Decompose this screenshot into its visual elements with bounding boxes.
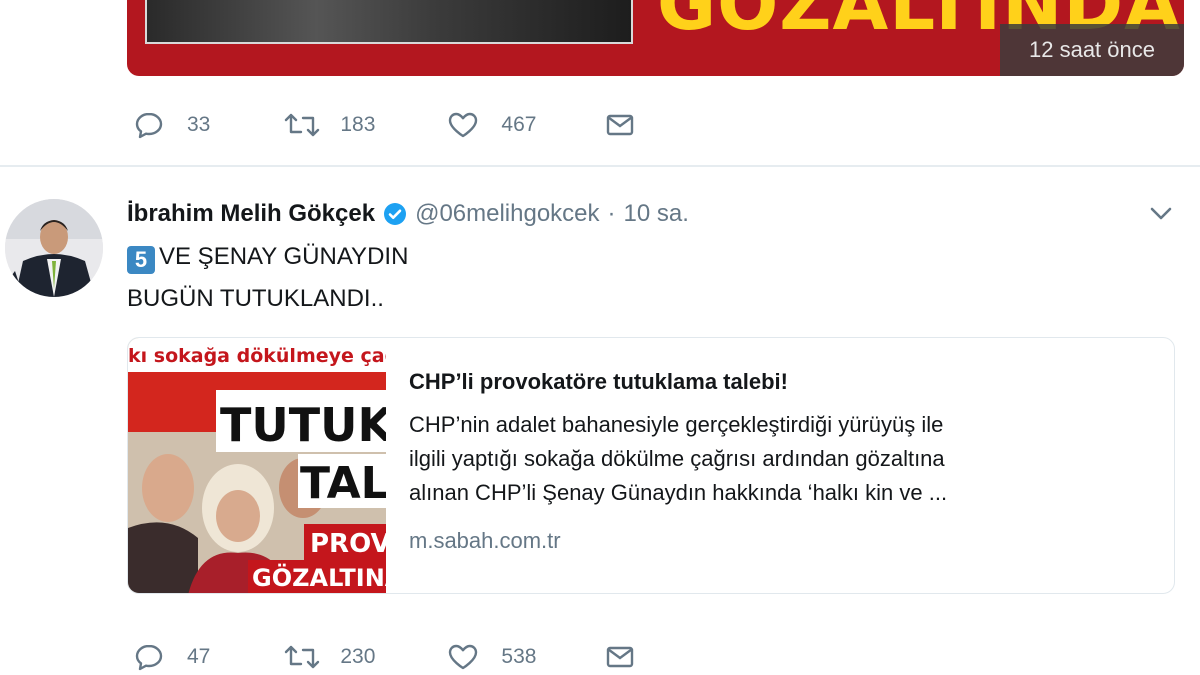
reply-icon xyxy=(135,112,163,139)
author-name[interactable]: İbrahim Melih Gökçek xyxy=(127,200,375,228)
reply-button[interactable]: 47 xyxy=(133,641,210,673)
retweet-button[interactable]: 230 xyxy=(282,641,375,673)
like-button[interactable]: 538 xyxy=(447,641,536,673)
card-image-graphic: kı sokağa dökülmeye çağır TUTUKL TALE PR… xyxy=(128,338,386,593)
reply-count: 47 xyxy=(187,645,211,668)
keycap-emoji: 5 xyxy=(127,246,155,274)
retweet-button[interactable]: 183 xyxy=(282,109,375,141)
retweet-count: 230 xyxy=(340,645,376,668)
direct-message-button[interactable] xyxy=(604,641,636,673)
avatar[interactable] xyxy=(5,199,103,297)
card-image-banner-text: kı sokağa dökülmeye çağır xyxy=(128,345,386,367)
verified-badge-icon xyxy=(384,203,407,225)
chevron-down-icon[interactable] xyxy=(1148,203,1174,223)
like-count: 538 xyxy=(501,645,537,668)
retweet-icon xyxy=(285,645,320,669)
header-separator: · xyxy=(607,200,616,227)
card-title: CHP’li provokatöre tutuklama talebi! xyxy=(409,369,788,394)
reply-button[interactable]: 33 xyxy=(133,109,210,141)
top-tweet-actions: 33 183 467 xyxy=(133,107,636,143)
top-tweet-media[interactable]: GÖZALTINDA! 12 saat önce xyxy=(127,0,1184,76)
card-description-line: ilgili yaptığı sokağa dökülme çağrısı ar… xyxy=(409,446,945,471)
card-image: kı sokağa dökülmeye çağır TUTUKL TALE PR… xyxy=(128,338,386,593)
direct-message-button[interactable] xyxy=(604,109,636,141)
card-image-big2-text: TALE xyxy=(300,458,386,509)
tweet-header: İbrahim Melih Gökçek @06melihgokcek · 10… xyxy=(127,196,689,232)
card-image-sub1-text: PROV xyxy=(310,529,386,559)
like-count: 467 xyxy=(501,113,537,136)
card-description-line: alınan CHP’li Şenay Günaydın hakkında ‘h… xyxy=(409,480,948,505)
tweet-text: 5 VE ŞENAY GÜNAYDIN BUGÜN TUTUKLANDI.. xyxy=(127,236,408,320)
card-image-sub2-text: GÖZALTINA xyxy=(252,562,386,592)
tweet-actions: 47 230 538 xyxy=(133,639,636,675)
tweet-time[interactable]: 10 sa. xyxy=(624,200,689,228)
card-body: CHP’li provokatöre tutuklama talebi! CHP… xyxy=(409,362,1149,554)
tweet-text-line1: VE ŞENAY GÜNAYDIN xyxy=(159,243,409,270)
media-timestamp: 12 saat önce xyxy=(1000,24,1184,76)
like-button[interactable]: 467 xyxy=(447,109,536,141)
author-handle[interactable]: @06melihgokcek xyxy=(415,200,599,228)
top-media-photo xyxy=(145,0,633,44)
retweet-count: 183 xyxy=(340,113,376,136)
envelope-icon xyxy=(607,114,634,136)
link-card[interactable]: kı sokağa dökülmeye çağır TUTUKL TALE PR… xyxy=(127,337,1175,594)
heart-icon xyxy=(449,644,478,670)
card-description: CHP’nin adalet bahanesiyle gerçekleştird… xyxy=(409,408,1149,510)
tweet-text-line2: BUGÜN TUTUKLANDI.. xyxy=(127,285,384,312)
card-image-big1-text: TUTUKL xyxy=(220,398,386,452)
avatar-photo xyxy=(5,199,103,297)
retweet-icon xyxy=(285,113,320,137)
envelope-icon xyxy=(607,646,634,668)
card-description-line: CHP’nin adalet bahanesiyle gerçekleştird… xyxy=(409,412,944,437)
tweet-divider xyxy=(0,165,1200,167)
reply-icon xyxy=(135,644,163,671)
card-url: m.sabah.com.tr xyxy=(409,528,561,553)
reply-count: 33 xyxy=(187,113,211,136)
heart-icon xyxy=(449,112,478,138)
